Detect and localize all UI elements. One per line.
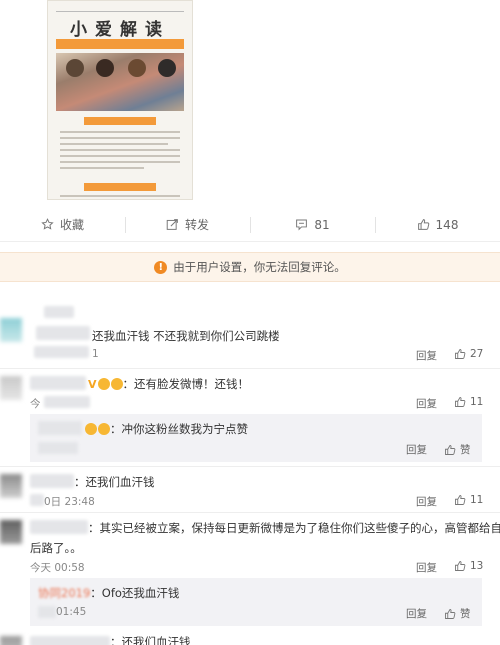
divider	[0, 368, 500, 369]
sub-comment-body: ：冲你这粉丝数我为宁点赞	[110, 422, 248, 436]
reply-button[interactable]: 回复	[416, 396, 437, 411]
reply-button[interactable]: 回复	[416, 348, 437, 363]
thumbs-up-icon	[445, 608, 456, 619]
sub-timestamp: 01:45	[56, 606, 87, 618]
divider	[56, 11, 184, 12]
username[interactable]	[30, 636, 110, 645]
emoji-icon	[110, 378, 123, 390]
thumbnail-section-badge	[84, 117, 156, 125]
reply-disabled-notice: ! 由于用户设置，你无法回复评论。	[0, 252, 500, 282]
sub-comment: ：冲你这粉丝数我为宁点赞 回复 赞	[30, 414, 482, 462]
like-count: 148	[435, 217, 459, 232]
comment-text: ：还我们血汗钱	[110, 635, 191, 645]
star-icon	[41, 218, 54, 230]
avatar[interactable]	[0, 636, 22, 645]
reply-button[interactable]: 回复	[416, 494, 437, 509]
username[interactable]	[36, 326, 90, 340]
sub-username[interactable]	[38, 421, 82, 435]
comment-text: V ：还有脸发微博！还钱！	[88, 376, 249, 392]
divider	[0, 466, 500, 467]
thumbs-up-icon	[455, 397, 466, 407]
sub-timestamp-prefix	[38, 606, 56, 618]
sub-like-button[interactable]: 赞	[444, 442, 471, 457]
timestamp: 0日 23:48	[44, 496, 95, 508]
reply-button[interactable]: 回复	[406, 442, 427, 457]
username[interactable]	[30, 474, 74, 488]
comment-like-button[interactable]: 11	[454, 396, 483, 408]
sub-comment-text: 协同2019：Ofo还我血汗钱	[38, 585, 179, 601]
emoji-icon	[85, 423, 97, 435]
comment-icon	[296, 219, 308, 231]
thumbnail-banner	[56, 39, 184, 49]
action-bar: 收藏 转发 81 148	[0, 208, 500, 242]
comment-like-button[interactable]: 27	[454, 348, 483, 360]
thumbs-up-icon	[455, 561, 466, 571]
warning-icon: !	[154, 260, 168, 274]
comment-text-body: ：还有脸发微博！还钱！	[122, 377, 250, 391]
vip-badge: V	[88, 378, 97, 391]
avatar[interactable]	[0, 318, 22, 342]
timestamp: 今	[30, 398, 41, 410]
comment-button[interactable]: 81	[250, 208, 375, 241]
comment-text: ：其实已经被立案，保持每日更新微博是为了稳住你们这些傻子的心，高管都给自己	[88, 521, 500, 535]
collect-label: 收藏	[59, 218, 84, 232]
thumbs-up-icon	[455, 349, 466, 359]
thumbnail-photo	[56, 53, 184, 111]
sub-comment: 协同2019：Ofo还我血汗钱 01:45 回复 赞	[30, 578, 482, 626]
like-count: 13	[470, 560, 484, 572]
thumbs-up-icon	[455, 495, 466, 505]
thumbnail-body-text-2	[60, 195, 180, 199]
timestamp	[34, 346, 89, 358]
username[interactable]	[30, 376, 86, 390]
comment-count: 81	[314, 217, 330, 232]
avatar[interactable]	[0, 520, 22, 544]
sub-comment-text: ：冲你这粉丝数我为宁点赞	[84, 421, 248, 437]
article-image[interactable]: 小爱解读	[47, 0, 193, 200]
emoji-icon	[98, 423, 110, 435]
reply-button[interactable]: 回复	[416, 560, 437, 575]
like-button[interactable]: 148	[375, 208, 500, 241]
timestamp	[44, 396, 90, 408]
like-count: 11	[470, 396, 484, 408]
emoji-icon	[97, 378, 110, 390]
thumbnail-body-text	[60, 131, 180, 173]
sub-like-button[interactable]: 赞	[444, 606, 471, 621]
thumbnail-title: 小爱解读	[70, 20, 170, 40]
like-count: 27	[470, 348, 484, 360]
timestamp: 今天 00:58	[30, 562, 85, 574]
comment-like-button[interactable]: 11	[454, 494, 483, 506]
like-label: 赞	[460, 444, 471, 456]
comment-text: 还我血汗钱 不还我就到你们公司跳楼	[92, 329, 280, 343]
thumbs-up-icon	[417, 219, 429, 230]
collect-button[interactable]: 收藏	[0, 208, 125, 241]
forward-icon	[166, 219, 178, 230]
like-count: 11	[470, 494, 484, 506]
sub-timestamp	[38, 442, 78, 454]
comment-text: ：还我们血汗钱	[74, 475, 155, 489]
notice-text: 由于用户设置，你无法回复评论。	[173, 260, 346, 274]
thumbnail-section-badge-2	[84, 183, 156, 191]
avatar[interactable]	[0, 376, 22, 400]
forward-label: 转发	[184, 218, 209, 232]
reply-button[interactable]: 回复	[406, 606, 427, 621]
timestamp-prefix	[30, 494, 44, 506]
timestamp: 1	[92, 348, 99, 360]
sub-comment-body: ：Ofo还我血汗钱	[90, 586, 180, 600]
avatar[interactable]	[0, 474, 22, 498]
username[interactable]	[44, 306, 74, 318]
comment-text-line2: 后路了。。	[30, 541, 82, 555]
comment-like-button[interactable]: 13	[454, 560, 483, 572]
divider	[0, 512, 500, 513]
like-label: 赞	[460, 608, 471, 620]
thumbs-up-icon	[445, 444, 456, 455]
username[interactable]	[30, 520, 88, 534]
sub-username[interactable]: 协同2019	[38, 586, 90, 600]
forward-button[interactable]: 转发	[125, 208, 250, 241]
